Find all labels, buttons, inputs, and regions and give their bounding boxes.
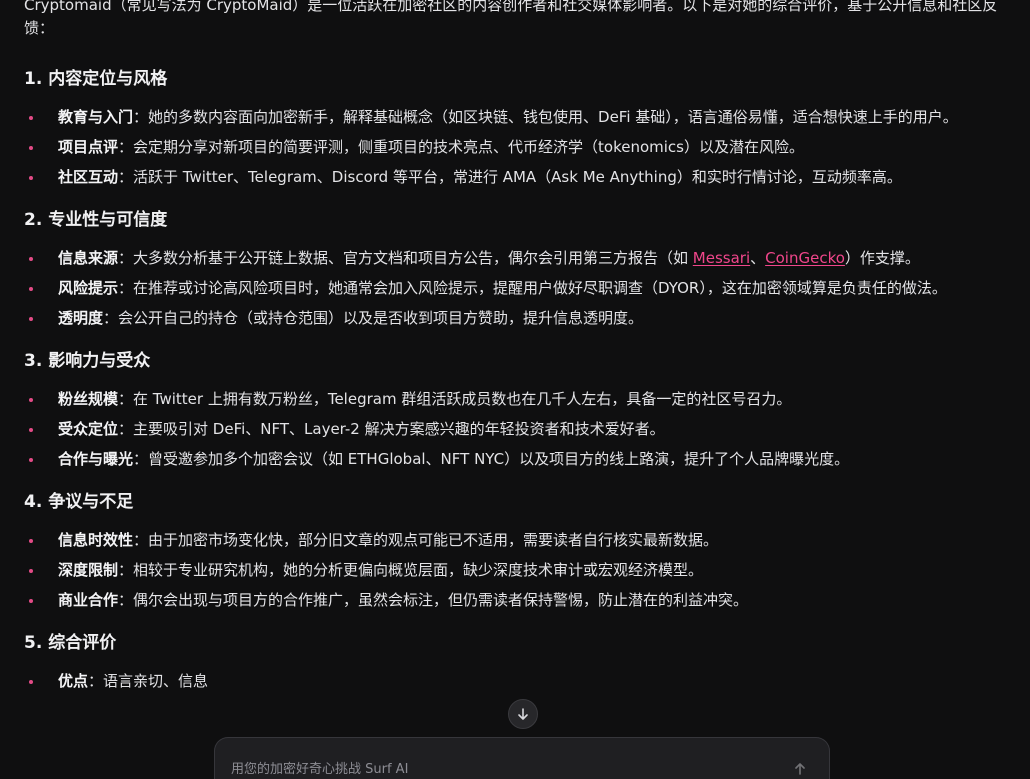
- bullet-dot: [29, 287, 33, 291]
- bullet-list: 信息来源：大多数分析基于公开链上数据、官方文档和项目方公告，偶尔会引用第三方报告…: [24, 247, 1014, 330]
- bullet-dot: [29, 398, 33, 402]
- item-label: 风险提示: [58, 279, 119, 297]
- send-button[interactable]: [791, 760, 809, 778]
- item-text: ：在 Twitter 上拥有数万粉丝，Telegram 群组活跃成员数也在几千人…: [118, 390, 792, 408]
- list-item: 商业合作：偶尔会出现与项目方的合作推广，虽然会标注，但仍需读者保持警惕，防止潜在…: [24, 589, 1014, 612]
- bullet-dot: [29, 539, 33, 543]
- item-label: 粉丝规模: [58, 390, 119, 408]
- chat-input[interactable]: [231, 758, 771, 779]
- section-title: 1. 内容定位与风格: [24, 69, 168, 89]
- list-item: 粉丝规模：在 Twitter 上拥有数万粉丝，Telegram 群组活跃成员数也…: [24, 388, 1014, 411]
- item-text: ）作支撑。: [844, 249, 920, 267]
- bullet-dot: [29, 176, 33, 180]
- chat-input-box: [214, 737, 830, 779]
- bullet-list: 教育与入门：她的多数内容面向加密新手，解释基础概念（如区块链、钱包使用、DeFi…: [24, 106, 1014, 189]
- list-item: 受众定位：主要吸引对 DeFi、NFT、Layer-2 解决方案感兴趣的年轻投资…: [24, 418, 1014, 441]
- item-text: ：大多数分析基于公开链上数据、官方文档和项目方公告，偶尔会引用第三方报告（如: [118, 249, 693, 267]
- link-separator: 、: [750, 249, 766, 267]
- item-label: 受众定位: [58, 420, 119, 438]
- item-text: ：活跃于 Twitter、Telegram、Discord 等平台，常进行 AM…: [118, 168, 902, 186]
- coingecko-link[interactable]: CoinGecko: [765, 249, 845, 267]
- section-title: 3. 影响力与受众: [24, 351, 151, 371]
- chat-response: Cryptomaid（常见写法为 CryptoMaid）是一位活跃在加密社区的内…: [24, 0, 1014, 713]
- list-item: 透明度：会公开自己的持仓（或持仓范围）以及是否收到项目方赞助，提升信息透明度。: [24, 307, 1014, 330]
- list-item: 风险提示：在推荐或讨论高风险项目时，她通常会加入风险提示，提醒用户做好尽职调查（…: [24, 277, 1014, 300]
- section-title: 4. 争议与不足: [24, 492, 134, 512]
- item-label: 合作与曝光: [58, 450, 134, 468]
- item-text: ：相较于专业研究机构，她的分析更偏向概览层面，缺少深度技术审计或宏观经济模型。: [118, 561, 704, 579]
- list-item: 信息时效性：由于加密市场变化快，部分旧文章的观点可能已不适用，需要读者自行核实最…: [24, 529, 1014, 552]
- item-text: ：偶尔会出现与项目方的合作推广，虽然会标注，但仍需读者保持警惕，防止潜在的利益冲…: [118, 591, 749, 609]
- bullet-dot: [29, 458, 33, 462]
- item-text: ：曾受邀参加多个加密会议（如 ETHGlobal、NFT NYC）以及项目方的线…: [133, 450, 850, 468]
- item-text: ：会定期分享对新项目的简要评测，侧重项目的技术亮点、代币经济学（tokenomi…: [118, 138, 804, 156]
- item-text: ：由于加密市场变化快，部分旧文章的观点可能已不适用，需要读者自行核实最新数据。: [133, 531, 719, 549]
- list-item: 合作与曝光：曾受邀参加多个加密会议（如 ETHGlobal、NFT NYC）以及…: [24, 448, 1014, 471]
- scroll-to-bottom-button[interactable]: [508, 699, 538, 729]
- bullet-dot: [29, 146, 33, 150]
- item-text: ：主要吸引对 DeFi、NFT、Layer-2 解决方案感兴趣的年轻投资者和技术…: [118, 420, 665, 438]
- section-title: 2. 专业性与可信度: [24, 210, 168, 230]
- intro-paragraph: Cryptomaid（常见写法为 CryptoMaid）是一位活跃在加密社区的内…: [24, 0, 998, 37]
- bullet-dot: [29, 680, 33, 684]
- list-item: 教育与入门：她的多数内容面向加密新手，解释基础概念（如区块链、钱包使用、DeFi…: [24, 106, 1014, 129]
- item-text: ：她的多数内容面向加密新手，解释基础概念（如区块链、钱包使用、DeFi 基础），…: [133, 108, 958, 126]
- bullet-dot: [29, 428, 33, 432]
- bullet-dot: [29, 599, 33, 603]
- bullet-dot: [29, 257, 33, 261]
- list-item: 优点：语言亲切、信息: [24, 670, 1014, 693]
- bullet-list: 优点：语言亲切、信息: [24, 670, 1014, 693]
- item-label: 信息时效性: [58, 531, 134, 549]
- list-item: 社区互动：活跃于 Twitter、Telegram、Discord 等平台，常进…: [24, 166, 1014, 189]
- bullet-dot: [29, 569, 33, 573]
- item-label: 教育与入门: [58, 108, 134, 126]
- bullet-dot: [29, 317, 33, 321]
- item-label: 项目点评: [58, 138, 119, 156]
- arrow-up-icon: [795, 763, 805, 775]
- item-text: ：在推荐或讨论高风险项目时，她通常会加入风险提示，提醒用户做好尽职调查（DYOR…: [118, 279, 947, 297]
- bullet-dot: [29, 116, 33, 120]
- item-label: 社区互动: [58, 168, 119, 186]
- list-item: 信息来源：大多数分析基于公开链上数据、官方文档和项目方公告，偶尔会引用第三方报告…: [24, 247, 1014, 270]
- arrow-down-icon: [518, 708, 528, 720]
- list-item: 项目点评：会定期分享对新项目的简要评测，侧重项目的技术亮点、代币经济学（toke…: [24, 136, 1014, 159]
- messari-link[interactable]: Messari: [693, 249, 750, 267]
- item-label: 透明度: [58, 309, 104, 327]
- item-text: ：会公开自己的持仓（或持仓范围）以及是否收到项目方赞助，提升信息透明度。: [103, 309, 644, 327]
- item-label: 深度限制: [58, 561, 119, 579]
- bullet-list: 粉丝规模：在 Twitter 上拥有数万粉丝，Telegram 群组活跃成员数也…: [24, 388, 1014, 471]
- item-label: 信息来源: [58, 249, 119, 267]
- bullet-list: 信息时效性：由于加密市场变化快，部分旧文章的观点可能已不适用，需要读者自行核实最…: [24, 529, 1014, 612]
- item-label: 优点: [58, 672, 89, 690]
- section-title: 5. 综合评价: [24, 633, 117, 653]
- item-label: 商业合作: [58, 591, 119, 609]
- item-text: ：语言亲切、信息: [88, 672, 209, 690]
- list-item: 深度限制：相较于专业研究机构，她的分析更偏向概览层面，缺少深度技术审计或宏观经济…: [24, 559, 1014, 582]
